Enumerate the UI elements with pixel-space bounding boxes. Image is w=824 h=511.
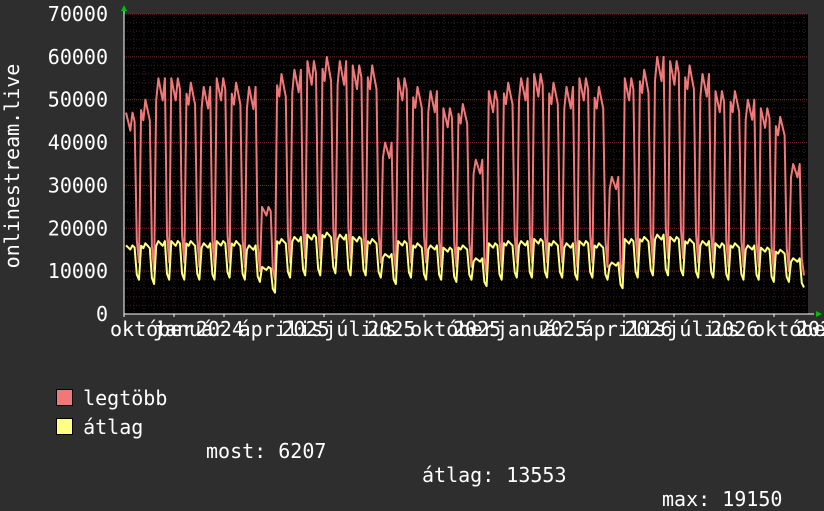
x-tick-label: 2025: [539, 317, 587, 341]
y-tick-label: 0: [96, 302, 108, 326]
x-tick-labels: októberjanuár2024április2025július2025ok…: [110, 317, 824, 341]
y-tick-label: 70000: [48, 2, 108, 26]
x-tick-label: 2025: [367, 317, 415, 341]
x-tick-label: 2026: [710, 317, 758, 341]
stat-atlag: átlag: 13553: [422, 463, 567, 487]
x-tick-label: 2024: [196, 317, 244, 341]
y-tick-label: 60000: [48, 45, 108, 69]
y-tick-label: 20000: [48, 216, 108, 240]
stat-max: max: 19150: [662, 487, 783, 511]
legend-item-atlag: átlag most: 6207 átlag: 13553 max: 19150: [32, 391, 812, 511]
y-tick-labels: 0 10000 20000 30000 40000 50000 60000 70000: [48, 2, 108, 326]
x-tick-label: 2026: [625, 317, 673, 341]
x-tick-label: 2026: [796, 317, 824, 341]
legend-label: átlag: [83, 415, 144, 439]
legend-swatch-atlag: [56, 418, 74, 435]
stat-most: most: 6207: [206, 439, 327, 463]
y-axis-arrow-icon: [121, 5, 127, 11]
y-tick-label: 30000: [48, 173, 108, 197]
y-tick-label: 40000: [48, 131, 108, 155]
x-tick-label: 2025: [453, 317, 501, 341]
y-tick-label: 10000: [48, 259, 108, 283]
y-tick-label: 50000: [48, 88, 108, 112]
y-axis-label: onlinestream.live: [0, 64, 24, 269]
x-tick-label: 2025: [282, 317, 330, 341]
